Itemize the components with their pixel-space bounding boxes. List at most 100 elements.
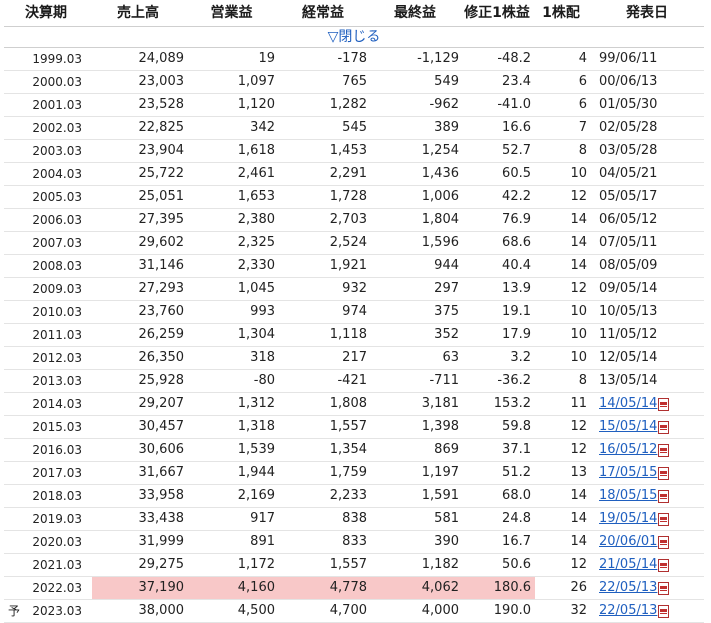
- announce-date-link[interactable]: 22/05/13: [599, 577, 657, 599]
- announce-date-link[interactable]: 17/05/15: [599, 462, 657, 484]
- sales-cell: 30,457: [138, 419, 185, 434]
- net-profit-cell: 4,062: [371, 577, 463, 599]
- ordinary-profit-cell: 833: [342, 534, 367, 549]
- ordinary-profit-cell: 217: [342, 350, 367, 365]
- period-label: 2004.03: [32, 167, 82, 181]
- net-profit-cell: 1,254: [421, 143, 459, 158]
- announce-date-link[interactable]: 14/05/14: [599, 393, 657, 415]
- period-label: 2003.03: [32, 144, 82, 158]
- table-row: 2017.03 31,667 1,944 1,759 1,197 51.2 13 17/05/…: [4, 462, 704, 485]
- announce-date-link[interactable]: 22/05/13: [599, 600, 657, 622]
- ordinary-profit-cell: 2,233: [329, 488, 367, 503]
- table-row: 2016.03 30,606 1,539 1,354 869 37.1 12 16/05/12: [4, 439, 704, 462]
- announce-date-text: 06/05/12: [599, 212, 658, 227]
- announce-date-cell: 20/06/01: [591, 531, 703, 553]
- operating-profit-cell: 342: [250, 120, 275, 135]
- pdf-icon[interactable]: [658, 558, 670, 572]
- pdf-icon[interactable]: [658, 466, 670, 480]
- dividend-cell: 13: [570, 465, 587, 480]
- ordinary-profit-cell: 545: [342, 120, 367, 135]
- period-cell: 2007.03: [4, 232, 92, 254]
- sales-cell: 29,207: [138, 396, 185, 411]
- operating-profit-cell: 19: [258, 51, 275, 66]
- eps-cell: 60.5: [502, 166, 531, 181]
- announce-date-text: 13/05/14: [599, 373, 658, 388]
- ordinary-profit-cell: 1,759: [329, 465, 367, 480]
- header-net-profit[interactable]: 最終益: [371, 0, 463, 26]
- sales-cell: 23,528: [138, 97, 185, 112]
- pdf-icon[interactable]: [658, 604, 670, 618]
- header-announce-date[interactable]: 発表日: [591, 0, 703, 26]
- ordinary-profit-cell: 1,453: [329, 143, 367, 158]
- header-eps[interactable]: 修正1株益: [463, 0, 535, 26]
- eps-cell: 190.0: [493, 603, 531, 618]
- sales-cell: 27,293: [138, 281, 185, 296]
- operating-profit-cell: 1,304: [237, 327, 275, 342]
- announce-date-link[interactable]: 21/05/14: [599, 554, 657, 576]
- period-label: 2001.03: [32, 98, 82, 112]
- header-ordinary-profit[interactable]: 経常益: [279, 0, 371, 26]
- dividend-cell: 14: [570, 212, 587, 227]
- announce-date-cell: 11/05/12: [591, 324, 703, 346]
- header-period[interactable]: 決算期: [4, 0, 92, 26]
- announce-date-cell: 05/05/17: [591, 186, 703, 208]
- ordinary-profit-cell: 838: [342, 511, 367, 526]
- period-label: 2010.03: [32, 305, 82, 319]
- pdf-icon[interactable]: [658, 420, 670, 434]
- period-cell: 2001.03: [4, 94, 92, 116]
- announce-date-cell: 14/05/14: [591, 393, 703, 415]
- table-row: 2004.03 25,722 2,461 2,291 1,436 60.5 10 04/05/…: [4, 163, 704, 186]
- operating-profit-cell: 2,330: [237, 258, 275, 273]
- dividend-cell: 26: [570, 580, 587, 595]
- table-row: 予 2023.03 38,000 4,500 4,700 4,000 190.0 32 22/0…: [4, 600, 704, 623]
- pdf-icon[interactable]: [658, 535, 670, 549]
- pdf-icon[interactable]: [658, 489, 670, 503]
- period-cell: 2011.03: [4, 324, 92, 346]
- eps-cell: 16.6: [502, 120, 531, 135]
- operating-profit-cell: 1,120: [237, 97, 275, 112]
- net-profit-cell: 581: [434, 511, 459, 526]
- net-profit-cell: -962: [429, 97, 459, 112]
- net-profit-cell: 1,596: [421, 235, 459, 250]
- announce-date-link[interactable]: 18/05/15: [599, 485, 657, 507]
- announce-date-cell: 22/05/13: [591, 577, 703, 599]
- ordinary-profit-cell: 1,557: [329, 419, 367, 434]
- period-cell: 2017.03: [4, 462, 92, 484]
- pdf-icon[interactable]: [658, 443, 670, 457]
- announce-date-link[interactable]: 16/05/12: [599, 439, 657, 461]
- header-operating-profit[interactable]: 営業益: [188, 0, 279, 26]
- announce-date-link[interactable]: 20/06/01: [599, 531, 657, 553]
- earnings-table: 決算期 売上高 営業益 経常益 最終益 修正1株益 1株配 発表日 ▽閉じる 1…: [4, 0, 704, 623]
- table-row: 2007.03 29,602 2,325 2,524 1,596 68.6 14 07/05/…: [4, 232, 704, 255]
- pdf-icon[interactable]: [658, 512, 670, 526]
- operating-profit-cell: 4,160: [188, 577, 279, 599]
- sales-cell: 26,259: [138, 327, 185, 342]
- operating-profit-cell: 993: [250, 304, 275, 319]
- eps-cell: 50.6: [502, 557, 531, 572]
- period-cell: 1999.03: [4, 48, 92, 70]
- eps-cell: 37.1: [502, 442, 531, 457]
- announce-date-cell: 02/05/28: [591, 117, 703, 139]
- announce-date-text: 08/05/09: [599, 258, 658, 273]
- pdf-icon[interactable]: [658, 581, 670, 595]
- period-label: 2013.03: [32, 374, 82, 388]
- announce-date-link[interactable]: 19/05/14: [599, 508, 657, 530]
- table-body: 1999.03 24,089 19 -178 -1,129 -48.2 4 99/06/11 2…: [4, 48, 704, 623]
- announce-date-text: 04/05/21: [599, 166, 658, 181]
- collapse-toggle-link[interactable]: ▽閉じる: [328, 29, 381, 45]
- pdf-icon[interactable]: [658, 397, 670, 411]
- period-label: 2019.03: [32, 512, 82, 526]
- announce-date-text: 09/05/14: [599, 281, 658, 296]
- header-dividend[interactable]: 1株配: [535, 0, 591, 26]
- table-row: 2013.03 25,928 -80 -421 -711 -36.2 8 13/05/14: [4, 370, 704, 393]
- operating-profit-cell: 4,500: [237, 603, 275, 618]
- header-sales[interactable]: 売上高: [92, 0, 188, 26]
- eps-cell: 40.4: [502, 258, 531, 273]
- announce-date-link[interactable]: 15/05/14: [599, 416, 657, 438]
- period-cell: 2002.03: [4, 117, 92, 139]
- ordinary-profit-cell: 1,557: [329, 557, 367, 572]
- net-profit-cell: 390: [434, 534, 459, 549]
- sales-cell: 29,275: [138, 557, 185, 572]
- dividend-cell: 14: [570, 258, 587, 273]
- announce-date-cell: 07/05/11: [591, 232, 703, 254]
